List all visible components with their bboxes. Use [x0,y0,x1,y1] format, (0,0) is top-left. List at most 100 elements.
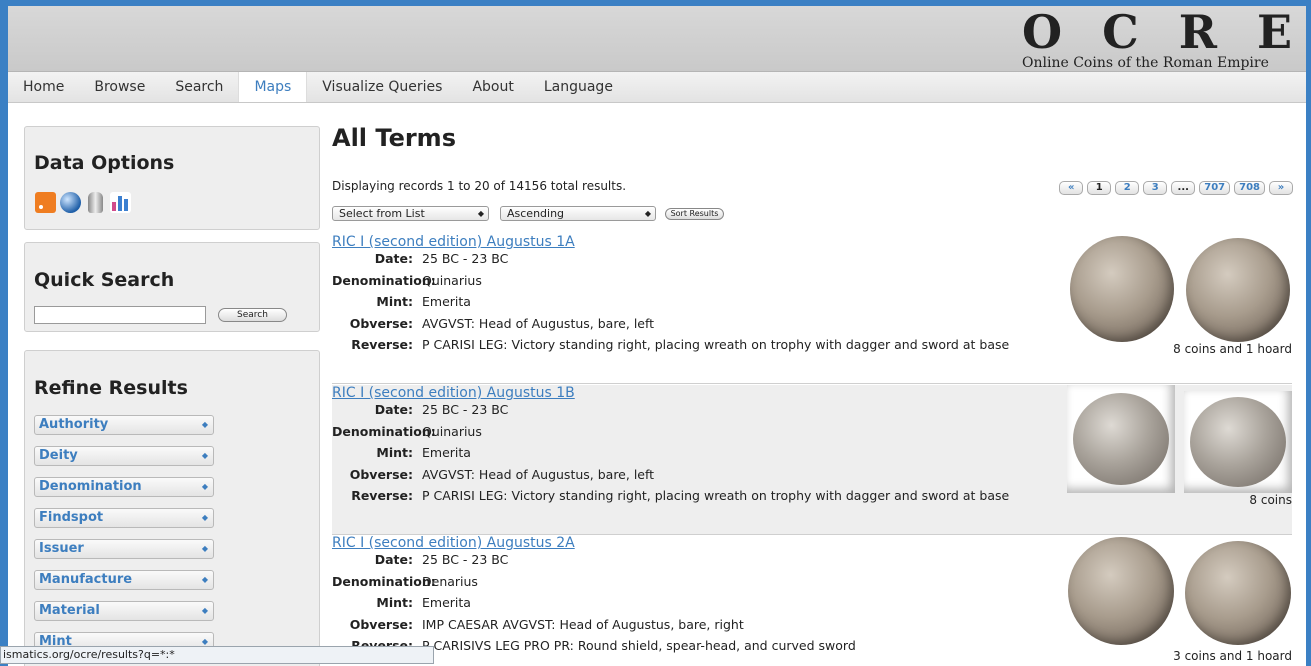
facet-manufacture[interactable]: Manufacture ◆ [34,570,214,590]
facet-issuer[interactable]: Issuer ◆ [34,539,214,559]
field-label: Date: [374,402,413,418]
logo-letter: O [1022,5,1063,59]
select-arrow-icon: ◆ [477,209,484,218]
refine-results-title: Refine Results [34,377,188,399]
field-row: Date: 25 BC - 23 BC [332,549,856,571]
field-value: Emerita [422,595,471,611]
field-label: Mint: [376,595,413,611]
pager-page[interactable]: 707 [1199,181,1231,195]
coin-obverse-image[interactable] [1070,236,1174,342]
field-value: 25 BC - 23 BC [422,552,509,568]
field-value: IMP CAESAR AVGVST: Head of Augustus, bar… [422,616,744,632]
field-value: P CARISI LEG: Victory standing right, pl… [422,337,1010,353]
logo-letter: R [1178,5,1217,59]
nav-browse[interactable]: Browse [79,72,160,102]
nav-maps[interactable]: Maps [238,72,308,102]
field-value: AVGVST: Head of Augustus, bare, left [422,315,655,331]
field-value: Emerita [422,294,471,310]
field-label: Mint: [376,445,413,461]
window-frame-right [1306,0,1311,666]
coin-reverse-image[interactable] [1184,391,1292,493]
pager-last[interactable]: » [1269,181,1293,195]
select-arrow-icon: ◆ [201,420,208,429]
field-label: Denomination: [332,423,436,439]
facet-denomination[interactable]: Denomination ◆ [34,477,214,497]
facet-findspot[interactable]: Findspot ◆ [34,508,214,528]
field-row: Obverse: AVGVST: Head of Augustus, bare, … [332,464,1009,486]
quick-search-input[interactable] [34,306,206,324]
nav-search[interactable]: Search [160,72,238,102]
facet-label: Denomination [39,479,142,494]
data-options-panel: Data Options [24,126,320,230]
coin-obverse-image[interactable] [1068,537,1174,645]
field-row: Denomination: Quinarius [332,421,1009,443]
browser-status-bar: ismatics.org/ocre/results?q=*:* [0,646,434,664]
facet-deity[interactable]: Deity ◆ [34,446,214,466]
nav-visualize-queries[interactable]: Visualize Queries [307,72,457,102]
window-frame-left [0,0,8,666]
field-row: Denomination: Denarius [332,571,856,593]
coin-reverse-image[interactable] [1185,541,1291,645]
result-item: RIC I (second edition) Augustus 1B Date:… [332,385,1292,535]
database-icon[interactable] [88,192,103,213]
field-value: Quinarius [422,272,482,288]
coin-obverse-image[interactable] [1067,385,1175,493]
facet-label: Material [39,603,100,618]
field-row: Reverse: P CARISI LEG: Victory standing r… [332,485,1009,507]
select-arrow-icon: ◆ [201,482,208,491]
quick-search-button[interactable]: Search [218,308,287,322]
site-logo[interactable]: O C R E Online Coins of the Roman Empire [1022,8,1292,70]
field-value: Quinarius [422,423,482,439]
kml-globe-icon[interactable] [60,192,81,213]
site-banner: O C R E Online Coins of the Roman Empire [8,6,1306,72]
coin-count-caption: 8 coins [1249,493,1292,507]
field-row: Obverse: IMP CAESAR AVGVST: Head of Augus… [332,614,856,636]
field-row: Mint: Emerita [332,291,1009,313]
field-value: P CARISIVS LEG PRO PR: Round shield, spe… [422,638,856,654]
select-arrow-icon: ◆ [201,544,208,553]
pager-page[interactable]: 1 [1087,181,1112,195]
select-arrow-icon: ◆ [644,209,651,218]
coin-count-caption: 3 coins and 1 hoard [1173,649,1292,663]
field-label: Mint: [376,294,413,310]
facet-material[interactable]: Material ◆ [34,601,214,621]
sort-field-select[interactable]: Select from List ◆ [332,206,489,221]
facet-label: Findspot [39,510,104,525]
field-value: AVGVST: Head of Augustus, bare, left [422,466,655,482]
refine-results-panel: Refine Results Authority ◆ Deity ◆ Denomin… [24,350,320,666]
chart-icon[interactable] [110,192,131,213]
field-value: P CARISI LEG: Victory standing right, pl… [422,488,1010,504]
rss-feed-icon[interactable] [35,192,56,213]
field-label: Obverse: [349,616,413,632]
sort-results-button[interactable]: Sort Results [665,208,724,220]
nav-language[interactable]: Language [529,72,628,102]
facet-authority[interactable]: Authority ◆ [34,415,214,435]
field-value: 25 BC - 23 BC [422,402,509,418]
field-label: Denomination: [332,573,436,589]
field-row: Mint: Emerita [332,592,856,614]
pager-page[interactable]: 3 [1143,181,1168,195]
select-arrow-icon: ◆ [201,513,208,522]
nav-home[interactable]: Home [8,72,79,102]
select-arrow-icon: ◆ [201,575,208,584]
facet-label: Manufacture [39,572,133,587]
field-value: 25 BC - 23 BC [422,251,509,267]
coin-reverse-image[interactable] [1186,238,1290,342]
quick-search-panel: Quick Search Search [24,242,320,332]
nav-about[interactable]: About [457,72,528,102]
record-count: Displaying records 1 to 20 of 14156 tota… [332,179,627,193]
result-item: RIC I (second edition) Augustus 1A Date:… [332,234,1292,384]
logo-letters: O C R E [1022,8,1292,56]
field-label: Reverse: [351,488,413,504]
sort-order-select[interactable]: Ascending ◆ [500,206,656,221]
field-label: Obverse: [349,315,413,331]
pager-page[interactable]: 2 [1115,181,1140,195]
pagination: « 1 2 3 ... 707 708 » [1059,181,1293,195]
logo-letter: E [1256,5,1292,59]
result-fields: Date: 25 BC - 23 BC Denomination: Quinariu… [332,399,1009,507]
feed-icons [35,192,131,213]
logo-letter: C [1102,5,1139,59]
pager-page[interactable]: 708 [1234,181,1265,195]
pager-first[interactable]: « [1059,181,1084,195]
sort-order-value: Ascending [507,207,565,220]
